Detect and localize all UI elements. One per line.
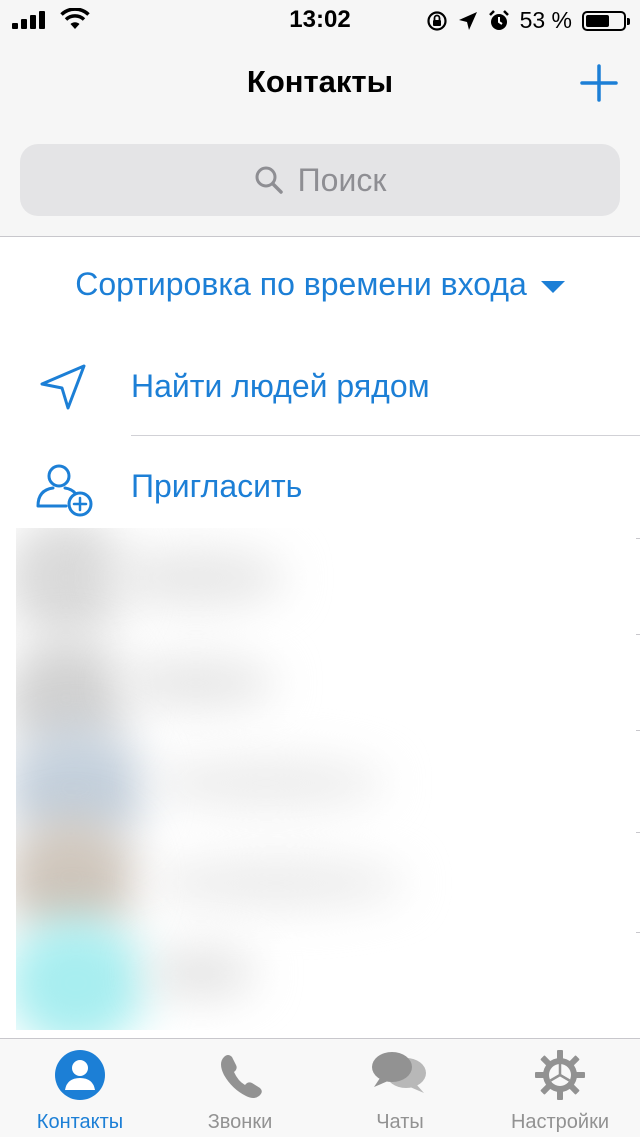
tab-label: Настройки <box>510 1111 610 1133</box>
phone-icon <box>221 1055 262 1098</box>
header-divider <box>0 236 640 237</box>
contact-list-blurred <box>16 528 640 1030</box>
status-bar: 13:02 53 % <box>0 0 640 40</box>
sort-label: Сортировка по времени входа <box>75 266 527 302</box>
page-title: Контакты <box>246 64 394 99</box>
row-divider <box>636 730 640 731</box>
tab-label: Контакты <box>36 1111 124 1133</box>
invite-row[interactable]: Пригласить <box>0 436 640 536</box>
avatar <box>16 918 146 1030</box>
sort-selector[interactable]: Сортировка по времени входа <box>0 266 640 303</box>
add-person-icon <box>36 464 93 517</box>
row-divider <box>636 538 640 539</box>
tab-bar: Контакты Звонки Чаты Настройки <box>0 1038 640 1137</box>
contact-name <box>146 948 256 998</box>
tab-contacts[interactable]: Контакты <box>0 1039 160 1137</box>
location-arrow-icon <box>40 364 86 410</box>
chat-bubbles-icon <box>372 1052 426 1093</box>
rotation-lock-icon <box>426 10 447 31</box>
tab-label: Звонки <box>207 1111 273 1133</box>
tab-calls[interactable]: Звонки <box>160 1039 320 1137</box>
search-input[interactable]: Поиск <box>20 144 620 216</box>
contacts-icon <box>55 1050 105 1100</box>
battery-icon <box>582 10 630 31</box>
tab-label: Чаты <box>376 1111 424 1133</box>
tab-chats[interactable]: Чаты <box>320 1039 480 1137</box>
tab-settings[interactable]: Настройки <box>480 1039 640 1137</box>
find-nearby-label: Найти людей рядом <box>131 368 430 404</box>
add-contact-button[interactable] <box>580 64 618 102</box>
row-divider <box>636 832 640 833</box>
gear-icon <box>535 1050 585 1100</box>
find-nearby-row[interactable]: Найти людей рядом <box>0 336 640 436</box>
chevron-down-icon <box>540 280 565 293</box>
invite-label: Пригласить <box>131 468 303 504</box>
contact-name <box>146 758 386 808</box>
top-bar: 13:02 53 % Контакты Поиск <box>0 0 640 236</box>
search-placeholder: Поиск <box>297 161 387 198</box>
location-status-icon <box>458 11 477 30</box>
row-divider <box>636 634 640 635</box>
alarm-icon <box>488 9 509 30</box>
row-divider <box>636 932 640 933</box>
contact-name <box>146 858 406 908</box>
battery-percent: 53 % <box>519 7 572 33</box>
contact-name <box>116 658 276 708</box>
search-icon <box>255 166 283 194</box>
contact-name <box>106 548 286 608</box>
